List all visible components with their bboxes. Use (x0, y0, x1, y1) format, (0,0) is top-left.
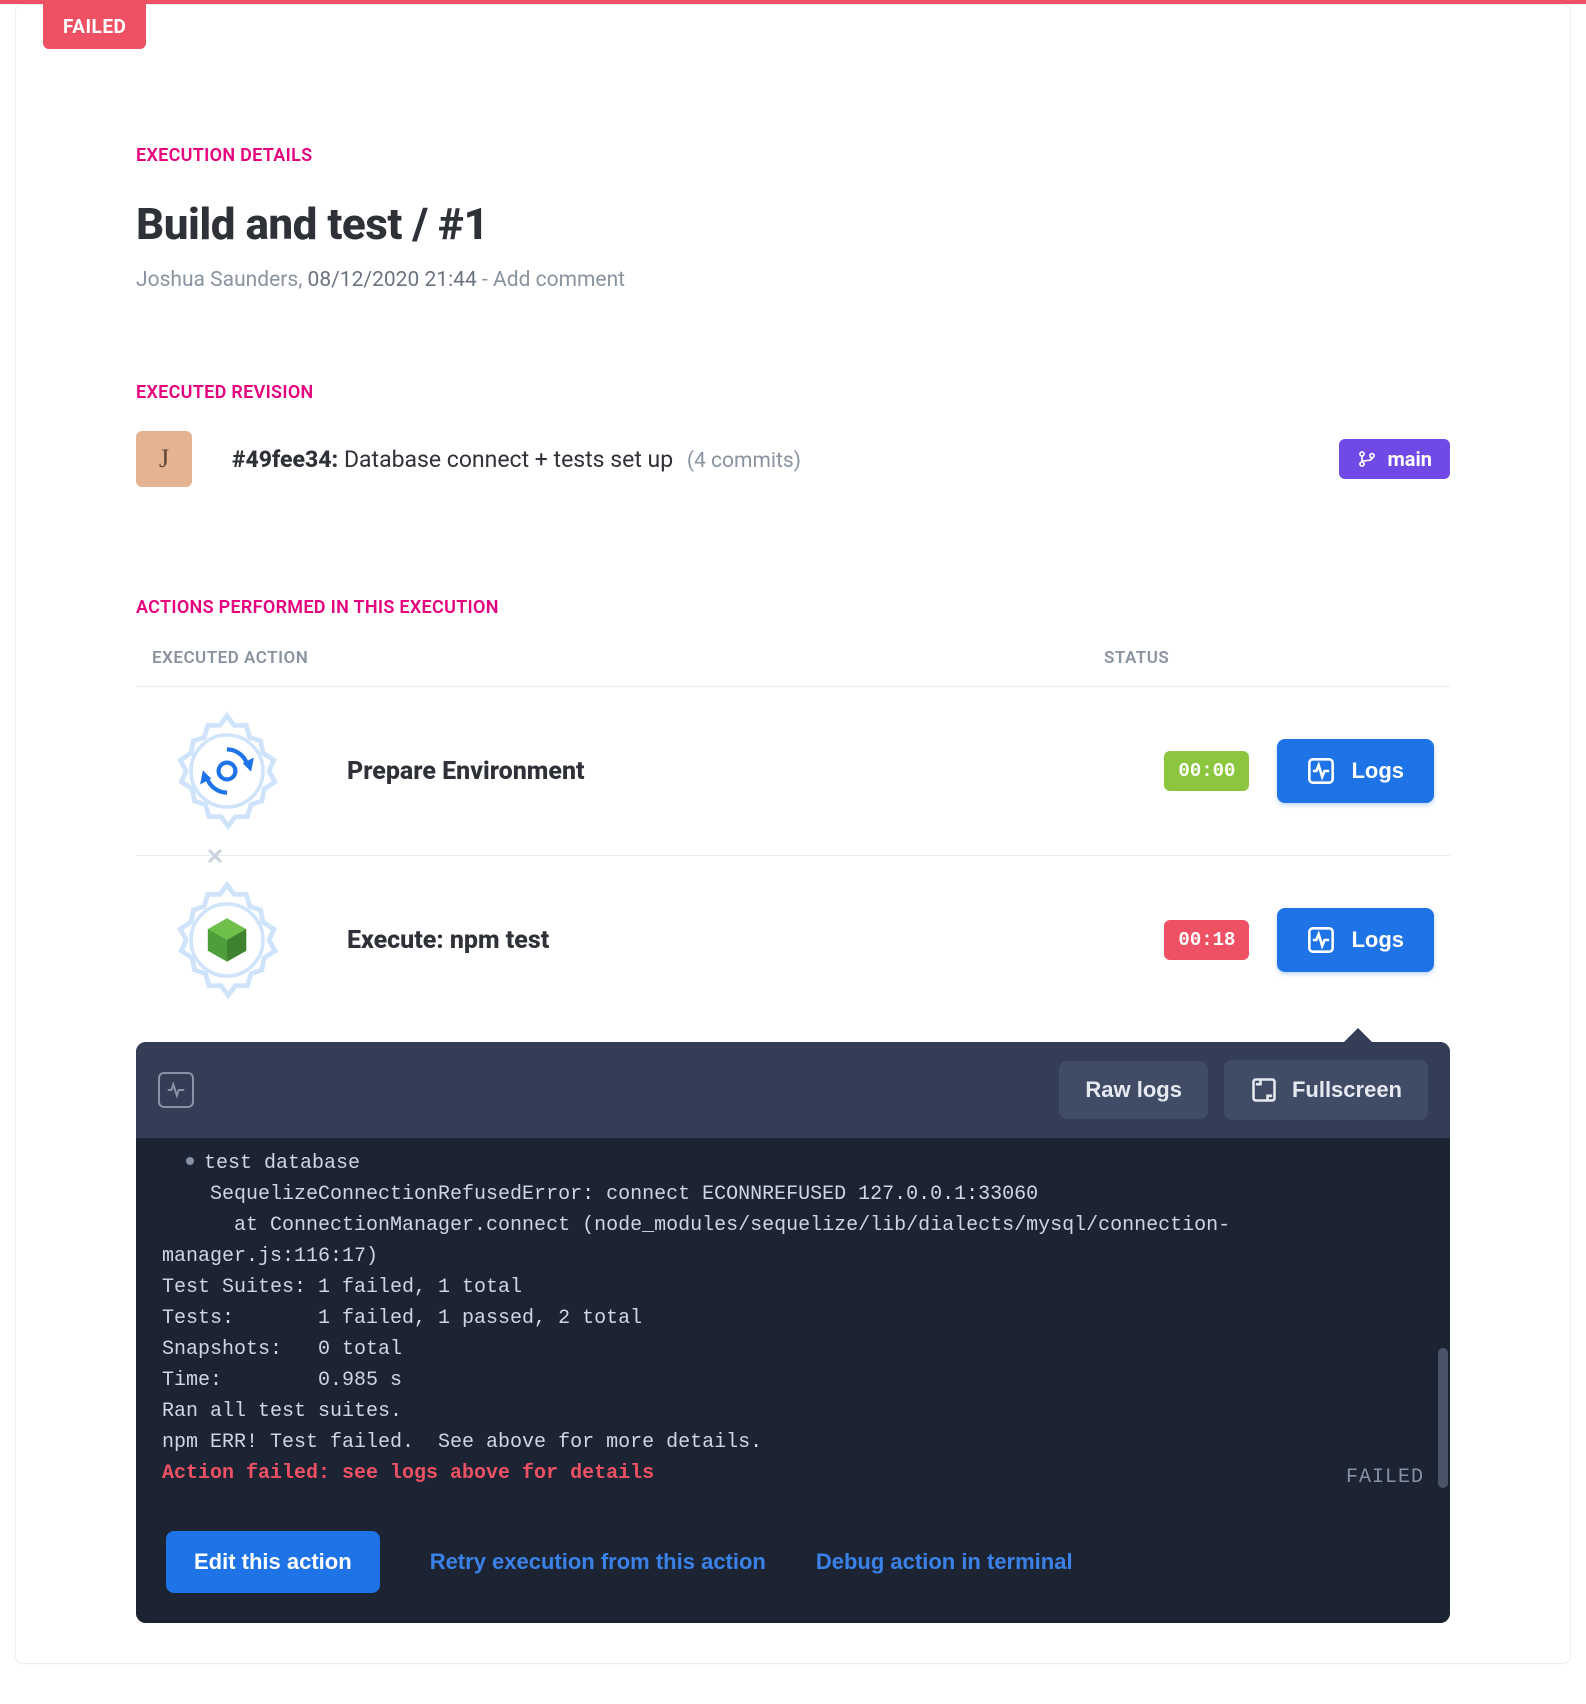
section-execution-details: EXECUTION DETAILS (136, 145, 1450, 166)
action-icon-npm (167, 880, 287, 1000)
commit-message: Database connect + tests set up (344, 446, 673, 473)
log-footer: Edit this action Retry execution from th… (136, 1505, 1450, 1623)
activity-icon (1307, 926, 1335, 954)
edit-action-button[interactable]: Edit this action (166, 1531, 380, 1593)
debug-action-button[interactable]: Debug action in terminal (816, 1549, 1073, 1575)
status-badge: FAILED (43, 4, 146, 49)
actions-header: EXECUTED ACTION STATUS (136, 648, 1450, 687)
branch-name: main (1387, 447, 1432, 471)
connector-x-icon (203, 844, 227, 868)
activity-icon (1307, 757, 1335, 785)
log-error-line: Action failed: see logs above for detail… (162, 1462, 654, 1485)
execution-card: FAILED EXECUTION DETAILS Build and test … (15, 4, 1571, 1664)
meta-row: Joshua Saunders, 08/12/2020 21:44 - Add … (136, 268, 1450, 292)
author: Joshua Saunders (136, 268, 298, 292)
col-executed-action: EXECUTED ACTION (152, 648, 1104, 668)
add-comment-link[interactable]: Add comment (493, 268, 625, 292)
action-row: Execute: npm test 00:18 Logs (136, 856, 1450, 1024)
raw-logs-button[interactable]: Raw logs (1059, 1061, 1208, 1119)
scrollbar[interactable] (1438, 1348, 1448, 1488)
col-status: STATUS (1104, 648, 1434, 668)
logs-button[interactable]: Logs (1277, 908, 1434, 972)
action-name[interactable]: Prepare Environment (287, 757, 1164, 786)
log-toolbar: Raw logs Fullscreen (136, 1042, 1450, 1138)
duration-badge: 00:00 (1164, 751, 1249, 791)
revision-text[interactable]: #49fee34: Database connect + tests set u… (232, 446, 1299, 473)
section-actions: ACTIONS PERFORMED IN THIS EXECUTION (136, 597, 1450, 618)
duration-badge: 00:18 (1164, 920, 1249, 960)
logs-button[interactable]: Logs (1277, 739, 1434, 803)
page-title: Build and test / #1 (136, 198, 1450, 250)
action-row: Prepare Environment 00:00 Logs (136, 687, 1450, 856)
log-output[interactable]: test database SequelizeConnectionRefused… (136, 1138, 1450, 1505)
fullscreen-icon (1250, 1076, 1278, 1104)
commit-hash: #49fee34: (232, 446, 338, 473)
log-panel: Raw logs Fullscreen test database Sequel… (136, 1042, 1450, 1623)
fullscreen-button[interactable]: Fullscreen (1224, 1060, 1428, 1120)
log-failed-tag: FAILED (1346, 1462, 1424, 1493)
branch-icon (1357, 449, 1377, 469)
action-icon-prepare (167, 711, 287, 831)
action-name[interactable]: Execute: npm test (287, 926, 1164, 955)
section-executed-revision: EXECUTED REVISION (136, 382, 1450, 403)
activity-icon[interactable] (158, 1072, 194, 1108)
commit-count[interactable]: (4 commits) (687, 449, 801, 473)
avatar: J (136, 431, 192, 487)
retry-execution-button[interactable]: Retry execution from this action (430, 1549, 766, 1575)
branch-badge[interactable]: main (1339, 439, 1450, 479)
datetime: 08/12/2020 21:44 (308, 268, 477, 292)
